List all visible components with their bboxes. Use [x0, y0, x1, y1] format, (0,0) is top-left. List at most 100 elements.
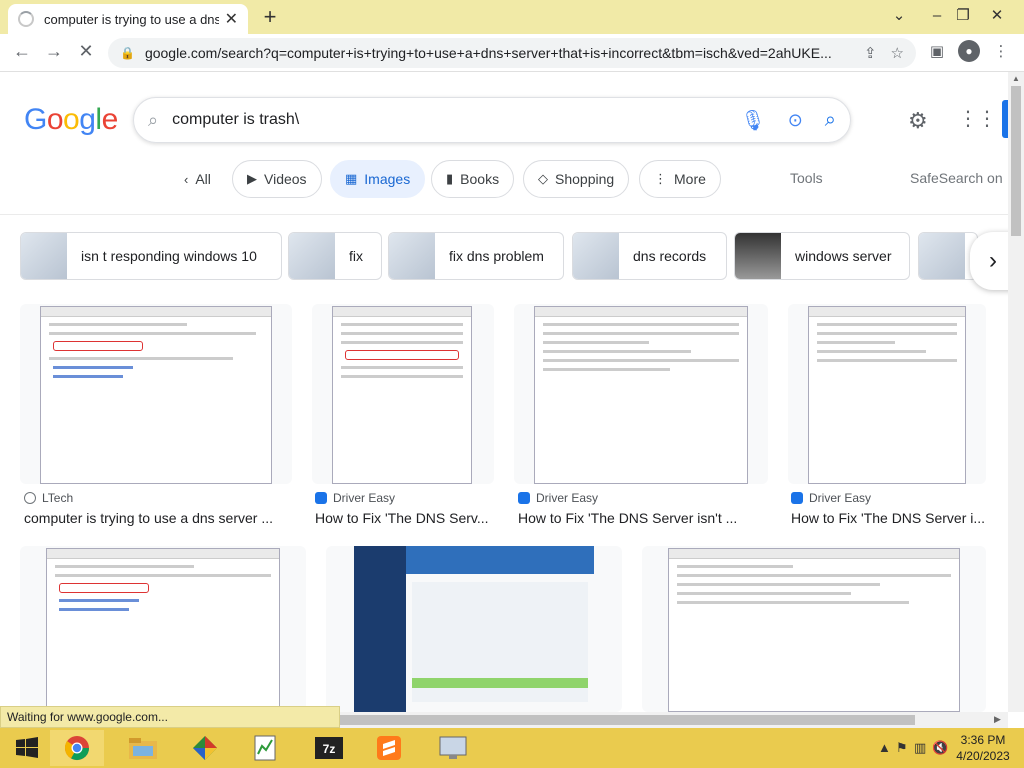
related-chip[interactable]: isn t responding windows 10 — [20, 232, 282, 280]
tools-button[interactable]: Tools — [790, 170, 823, 186]
color-app-icon[interactable] — [178, 730, 232, 766]
related-thumbnail — [919, 233, 965, 279]
related-chip[interactable] — [918, 232, 978, 280]
related-label: windows server — [795, 248, 892, 264]
profile-avatar-icon[interactable]: ● — [958, 40, 980, 62]
dialog-screenshot — [332, 306, 472, 484]
globe-icon — [24, 492, 36, 504]
result-source[interactable]: Driver Easy — [791, 491, 871, 505]
url-text[interactable]: google.com/search?q=computer+is+trying+t… — [145, 45, 850, 61]
side-panel-icon[interactable]: ▣ — [926, 42, 948, 64]
scroll-right-icon[interactable]: ▶ — [994, 714, 1001, 725]
back-button[interactable]: ← — [10, 41, 34, 62]
filter-more[interactable]: ⋮ More — [639, 160, 721, 198]
7zip-icon[interactable]: 7z — [302, 730, 356, 766]
flag-icon[interactable]: ⚑ — [896, 740, 908, 756]
search-icon: ⌕ — [148, 109, 159, 130]
tab-title: computer is trying to use a dns s... — [44, 11, 219, 27]
address-bar[interactable]: 🔒 google.com/search?q=computer+is+trying… — [108, 38, 916, 68]
result-caption[interactable]: How to Fix 'The DNS Server isn't ... — [518, 510, 768, 526]
filter-videos[interactable]: ▶ Videos — [232, 160, 322, 198]
result-source[interactable]: Driver Easy — [518, 491, 598, 505]
network-icon[interactable]: ▥ — [914, 740, 926, 756]
status-bubble: Waiting for www.google.com... — [0, 706, 340, 728]
filter-books[interactable]: ▮ Books — [431, 160, 515, 198]
result-image[interactable] — [514, 304, 768, 484]
result-image[interactable] — [20, 546, 306, 712]
stop-loading-button[interactable]: ✕ — [74, 41, 98, 62]
filter-images[interactable]: ▦ Images — [330, 160, 426, 198]
scrollbar-thumb[interactable] — [340, 715, 915, 725]
dialog-screenshot — [808, 306, 966, 484]
search-submit-icon[interactable]: ⌕ — [825, 109, 836, 132]
header-divider — [0, 214, 1008, 215]
system-clock[interactable]: 3:36 PM 4/20/2023 — [950, 732, 1016, 764]
taskbar: 7z ▲ ⚑ ▥ 🔇 — [0, 728, 1024, 768]
scroll-up-icon[interactable]: ▲ — [1012, 74, 1020, 83]
related-chip[interactable]: fix dns problem — [388, 232, 564, 280]
driver-easy-favicon-icon — [791, 492, 803, 504]
forward-button[interactable]: → — [42, 41, 66, 62]
result-source[interactable]: Driver Easy — [315, 491, 395, 505]
share-icon[interactable]: ⇪ — [864, 44, 877, 62]
dialog-screenshot — [40, 306, 272, 484]
start-button[interactable] — [0, 730, 54, 766]
new-tab-button[interactable]: + — [258, 4, 282, 30]
result-image[interactable] — [312, 304, 494, 484]
related-thumbnail — [21, 233, 67, 279]
related-thumbnail — [389, 233, 435, 279]
tab-strip: computer is trying to use a dns s... ✕ +… — [0, 0, 1024, 34]
result-source[interactable]: LTech — [24, 491, 73, 505]
book-icon: ▮ — [446, 171, 454, 186]
bookmark-star-icon[interactable]: ☆ — [891, 44, 904, 62]
sublime-text-icon[interactable] — [362, 730, 416, 766]
chrome-taskbar-icon[interactable] — [50, 730, 104, 766]
filter-shopping[interactable]: ◇ Shopping — [523, 160, 630, 198]
scrollbar-thumb[interactable] — [1011, 86, 1021, 236]
toolbar: ← → ✕ 🔒 google.com/search?q=computer+is+… — [0, 34, 1024, 72]
result-image[interactable] — [20, 304, 292, 484]
lock-icon: 🔒 — [120, 46, 135, 60]
search-box[interactable]: ⌕ computer is trash\ 🎙 ⊙ ⌕ — [133, 97, 851, 143]
browser-tab[interactable]: computer is trying to use a dns s... ✕ — [8, 4, 248, 34]
dialog-screenshot — [534, 306, 748, 484]
close-window-button[interactable]: ✕ — [974, 0, 1020, 30]
screen-app-icon[interactable] — [426, 730, 480, 766]
result-caption[interactable]: How to Fix 'The DNS Serv... — [315, 510, 495, 526]
close-tab-icon[interactable]: ✕ — [225, 9, 238, 29]
google-logo[interactable]: Google — [24, 103, 118, 137]
vertical-scrollbar[interactable]: ▲ — [1008, 72, 1024, 712]
related-thumbnail — [573, 233, 619, 279]
driver-easy-favicon-icon — [518, 492, 530, 504]
volume-muted-icon[interactable]: 🔇 — [932, 740, 948, 756]
menu-kebab-icon[interactable]: ⋮ — [990, 42, 1012, 64]
svg-text:7z: 7z — [323, 742, 336, 756]
dialog-screenshot — [668, 548, 960, 712]
tag-icon: ◇ — [538, 171, 548, 186]
related-label: dns records — [633, 248, 707, 264]
settings-gear-icon[interactable]: ⚙ — [908, 108, 928, 134]
microphone-icon[interactable]: 🎙 — [740, 108, 765, 133]
filter-all[interactable]: ‹ All — [170, 160, 225, 198]
more-vert-icon: ⋮ — [654, 171, 667, 186]
result-image[interactable] — [326, 546, 622, 712]
loading-spinner-icon — [18, 11, 34, 27]
safesearch-button[interactable]: SafeSearch on — [910, 170, 1003, 186]
image-icon: ▦ — [345, 171, 358, 186]
result-caption[interactable]: How to Fix 'The DNS Server i... — [791, 510, 991, 526]
search-input[interactable]: computer is trash\ — [172, 111, 730, 129]
related-chip[interactable]: fix — [288, 232, 382, 280]
related-thumbnail — [735, 233, 781, 279]
video-icon: ▶ — [247, 171, 257, 186]
result-image[interactable] — [788, 304, 986, 484]
related-label: isn t responding windows 10 — [81, 248, 257, 264]
file-explorer-icon[interactable] — [116, 730, 170, 766]
show-hidden-icons-icon[interactable]: ▲ — [878, 740, 891, 755]
related-chip[interactable]: dns records — [572, 232, 727, 280]
result-caption[interactable]: computer is trying to use a dns server .… — [24, 510, 292, 526]
camera-lens-icon[interactable]: ⊙ — [788, 110, 803, 131]
related-chip[interactable]: windows server — [734, 232, 910, 280]
related-thumbnail — [289, 233, 335, 279]
result-image[interactable] — [642, 546, 986, 712]
notepad-chart-icon[interactable] — [238, 730, 292, 766]
